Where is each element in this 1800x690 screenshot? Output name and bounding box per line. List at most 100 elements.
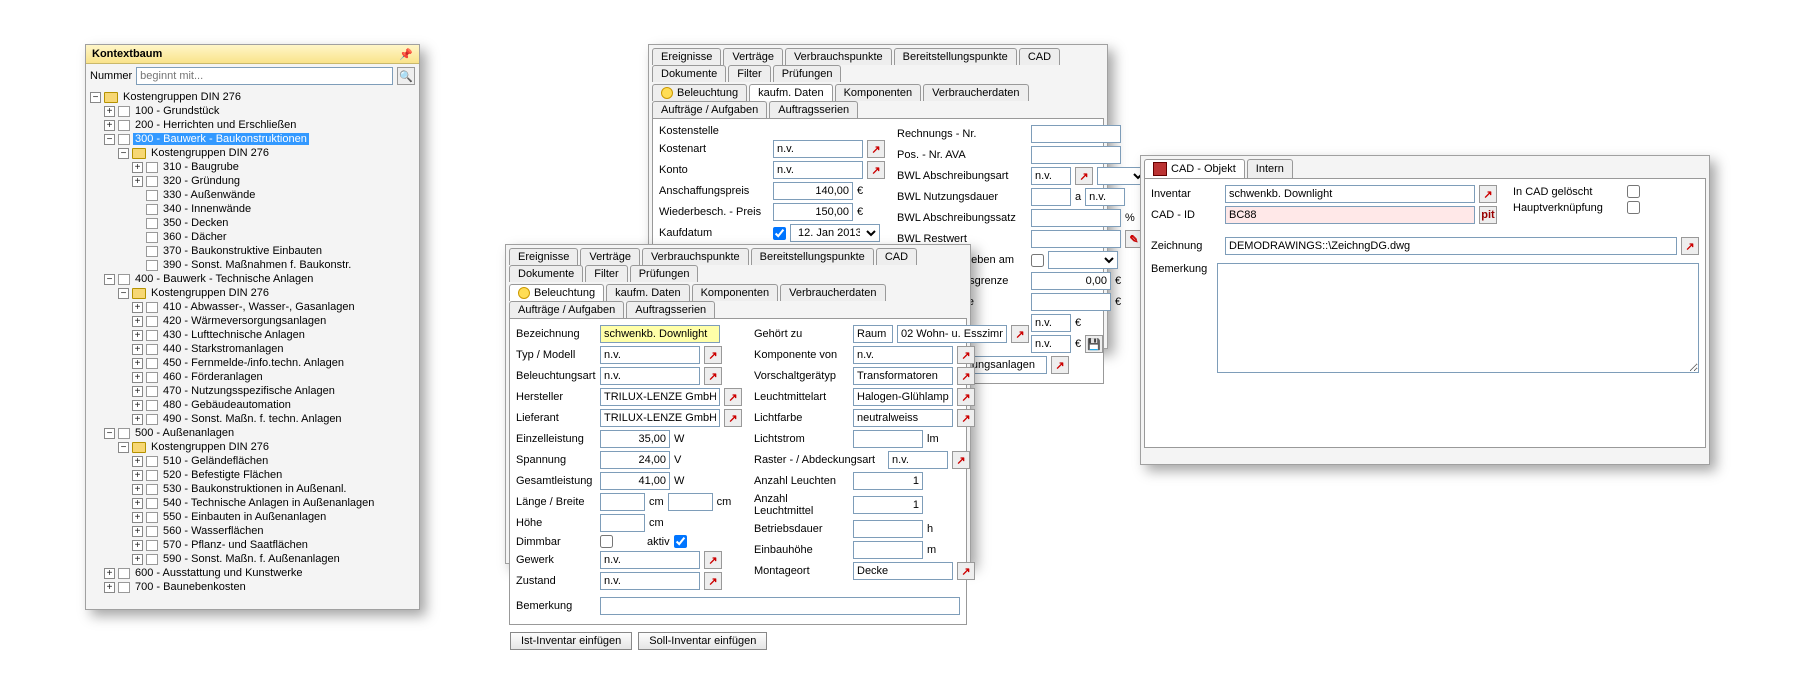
posava-input[interactable] — [1031, 146, 1121, 164]
pit-badge[interactable]: pit — [1479, 206, 1497, 224]
tree-node[interactable]: 440 - Starkstromanlagen — [161, 343, 285, 355]
tree-node[interactable]: 350 - Decken — [161, 217, 230, 229]
extra-nv[interactable] — [1031, 314, 1071, 332]
expander[interactable]: + — [104, 568, 115, 579]
expander[interactable]: + — [132, 498, 143, 509]
gehoert-type[interactable] — [853, 325, 893, 343]
bwl-nutz-nv[interactable] — [1085, 188, 1125, 206]
bemerkung-input[interactable] — [600, 597, 960, 615]
belart-input[interactable] — [600, 367, 700, 385]
lookup-icon[interactable]: ↗ — [957, 346, 975, 364]
instand-input[interactable] — [1031, 272, 1111, 290]
einzel-input[interactable] — [600, 430, 670, 448]
tree-node[interactable]: 320 - Gründung — [161, 175, 242, 187]
expander[interactable]: − — [118, 442, 129, 453]
lookup-icon[interactable]: ↗ — [1075, 167, 1093, 185]
lieferant-input[interactable] — [600, 409, 720, 427]
expander[interactable]: + — [104, 120, 115, 131]
lichtfarbe-input[interactable] — [853, 409, 953, 427]
tree-node[interactable]: 400 - Bauwerk - Technische Anlagen — [133, 273, 315, 285]
spannung-input[interactable] — [600, 451, 670, 469]
tab-beleuchtung[interactable]: Beleuchtung — [509, 284, 604, 301]
tab-verbrauchspunkte[interactable]: Verbrauchspunkte — [785, 48, 892, 65]
einbau-input[interactable] — [853, 541, 923, 559]
pin-icon[interactable]: 📌 — [399, 48, 413, 61]
lookup-icon[interactable]: ↗ — [704, 551, 722, 569]
tab-auftraege[interactable]: Aufträge / Aufgaben — [652, 101, 767, 118]
tree-root[interactable]: Kostengruppen DIN 276 — [121, 91, 243, 103]
kostenart-input[interactable] — [773, 140, 863, 158]
konto-input[interactable] — [773, 161, 863, 179]
tree-node[interactable]: 360 - Dächer — [161, 231, 229, 243]
tab-vertraege[interactable]: Verträge — [580, 248, 640, 265]
rechnr-input[interactable] — [1031, 125, 1121, 143]
ist-inventar-button[interactable]: Ist-Inventar einfügen — [510, 632, 632, 650]
tree-node[interactable]: 700 - Baunebenkosten — [133, 581, 248, 593]
kompvon-input[interactable] — [853, 346, 953, 364]
tab-filter[interactable]: Filter — [728, 65, 770, 82]
tree-node[interactable]: 340 - Innenwände — [161, 203, 253, 215]
lookup-icon[interactable]: ↗ — [724, 409, 742, 427]
expander[interactable]: + — [132, 554, 143, 565]
lookup-icon[interactable]: ↗ — [867, 161, 885, 179]
expander[interactable]: − — [90, 92, 101, 103]
tree-node[interactable]: 420 - Wärmeversorgungsanlagen — [161, 315, 328, 327]
tab-pruefungen[interactable]: Prüfungen — [630, 265, 699, 282]
montage-input[interactable] — [853, 562, 953, 580]
search-icon[interactable]: 🔍 — [397, 67, 415, 85]
tree-node[interactable]: 430 - Lufttechnische Anlagen — [161, 329, 307, 341]
tab-auftragsserien[interactable]: Auftragsserien — [769, 101, 858, 118]
bwl-rest-input[interactable] — [1031, 230, 1121, 248]
expander[interactable]: + — [132, 162, 143, 173]
tab-bereitstellung[interactable]: Bereitstellungspunkte — [751, 248, 874, 265]
tree-node[interactable]: 600 - Ausstattung und Kunstwerke — [133, 567, 305, 579]
tree-node[interactable]: 500 - Außenanlagen — [133, 427, 236, 439]
incad-check[interactable] — [1627, 185, 1640, 198]
gehoert-room[interactable] — [897, 325, 1007, 343]
vorschalt-input[interactable] — [853, 367, 953, 385]
expander[interactable]: + — [132, 344, 143, 355]
wiederbesch-input[interactable] — [773, 203, 853, 221]
tree-node[interactable]: 410 - Abwasser-, Wasser-, Gasanlagen — [161, 301, 357, 313]
betriebs-input[interactable] — [853, 520, 923, 538]
lookup-icon[interactable]: ↗ — [957, 562, 975, 580]
tree-node[interactable]: 570 - Pflanz- und Saatflächen — [161, 539, 310, 551]
tree-node[interactable]: 330 - Außenwände — [161, 189, 257, 201]
expander[interactable]: + — [104, 582, 115, 593]
expander[interactable]: + — [132, 512, 143, 523]
tab-cad[interactable]: CAD — [876, 248, 917, 265]
tab-cad-objekt[interactable]: CAD - Objekt — [1144, 159, 1245, 178]
tree-node[interactable]: 480 - Gebäudeautomation — [161, 399, 293, 411]
aktiv-check[interactable] — [674, 535, 687, 548]
anzlm-input[interactable] — [853, 496, 923, 514]
tab-ereignisse[interactable]: Ereignisse — [652, 48, 721, 65]
expander[interactable]: + — [132, 358, 143, 369]
lichtstrom-input[interactable] — [853, 430, 923, 448]
bezeichnung-input[interactable] — [600, 325, 720, 343]
tree-node[interactable]: 530 - Baukonstruktionen in Außenanl. — [161, 483, 348, 495]
hersteller-input[interactable] — [600, 388, 720, 406]
expander[interactable]: − — [104, 428, 115, 439]
tab-pruefungen[interactable]: Prüfungen — [773, 65, 842, 82]
expander[interactable]: + — [132, 400, 143, 411]
lookup-icon[interactable]: ↗ — [957, 367, 975, 385]
bemerkung-textarea[interactable] — [1217, 263, 1699, 373]
gesamt-input[interactable] — [600, 472, 670, 490]
lookup-icon[interactable]: ↗ — [704, 367, 722, 385]
typ-input[interactable] — [600, 346, 700, 364]
breite-input[interactable] — [668, 493, 713, 511]
tree-node[interactable]: 520 - Befestigte Flächen — [161, 469, 284, 481]
anschaffung-input[interactable] — [773, 182, 853, 200]
kaufdatum-picker[interactable]: 12. Jan 2013 — [790, 224, 880, 242]
tree-node[interactable]: Kostengruppen DIN 276 — [149, 147, 271, 159]
tab-ereignisse[interactable]: Ereignisse — [509, 248, 578, 265]
tab-cad[interactable]: CAD — [1019, 48, 1060, 65]
expander[interactable]: − — [118, 148, 129, 159]
leuchtmittel-input[interactable] — [853, 388, 953, 406]
expander[interactable]: + — [132, 302, 143, 313]
soll-inventar-button[interactable]: Soll-Inventar einfügen — [638, 632, 767, 650]
lookup-icon[interactable]: ↗ — [724, 388, 742, 406]
tab-auftragsserien[interactable]: Auftragsserien — [626, 301, 715, 318]
tab-dokumente[interactable]: Dokumente — [652, 65, 726, 82]
tab-verbraucherdaten[interactable]: Verbraucherdaten — [780, 284, 885, 301]
